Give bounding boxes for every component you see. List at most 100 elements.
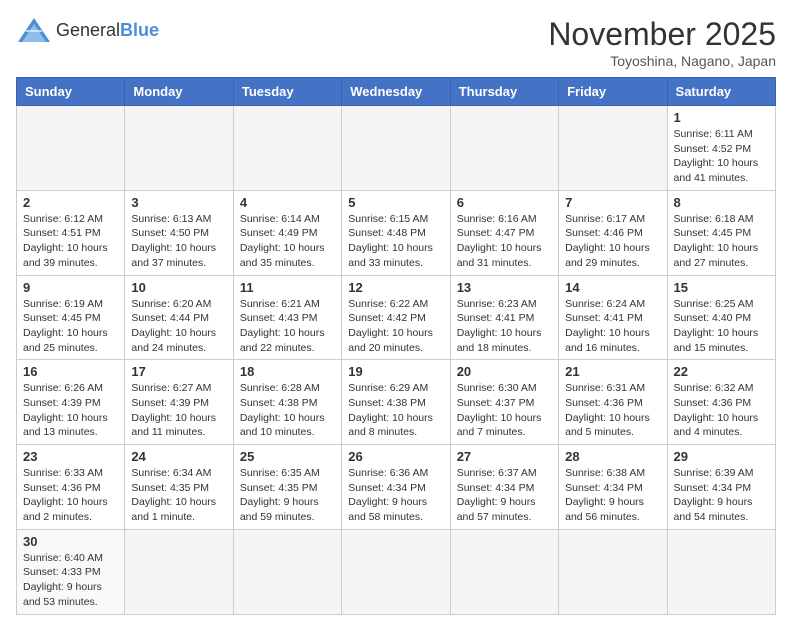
day-number: 22 [674,364,769,379]
day-cell: 22 Sunrise: 6:32 AM Sunset: 4:36 PM Dayli… [667,360,775,445]
logo-text: GeneralBlue [56,20,159,41]
day-cell: 11 Sunrise: 6:21 AM Sunset: 4:43 PM Dayli… [233,275,341,360]
week-row-4: 16 Sunrise: 6:26 AM Sunset: 4:39 PM Dayli… [17,360,776,445]
day-number: 27 [457,449,552,464]
day-info: Sunrise: 6:29 AM Sunset: 4:38 PM Dayligh… [348,381,443,440]
day-info: Sunrise: 6:20 AM Sunset: 4:44 PM Dayligh… [131,297,226,356]
day-info: Sunrise: 6:36 AM Sunset: 4:34 PM Dayligh… [348,466,443,525]
calendar-table: SundayMondayTuesdayWednesdayThursdayFrid… [16,77,776,615]
day-cell: 26 Sunrise: 6:36 AM Sunset: 4:34 PM Dayli… [342,445,450,530]
day-cell [342,529,450,614]
calendar-subtitle: Toyoshina, Nagano, Japan [548,53,776,69]
week-row-2: 2 Sunrise: 6:12 AM Sunset: 4:51 PM Daylig… [17,190,776,275]
day-cell: 2 Sunrise: 6:12 AM Sunset: 4:51 PM Daylig… [17,190,125,275]
weekday-header-sunday: Sunday [17,78,125,106]
day-info: Sunrise: 6:26 AM Sunset: 4:39 PM Dayligh… [23,381,118,440]
day-info: Sunrise: 6:24 AM Sunset: 4:41 PM Dayligh… [565,297,660,356]
day-cell: 7 Sunrise: 6:17 AM Sunset: 4:46 PM Daylig… [559,190,667,275]
day-info: Sunrise: 6:33 AM Sunset: 4:36 PM Dayligh… [23,466,118,525]
day-cell [233,106,341,191]
day-cell [125,529,233,614]
day-info: Sunrise: 6:11 AM Sunset: 4:52 PM Dayligh… [674,127,769,186]
day-info: Sunrise: 6:32 AM Sunset: 4:36 PM Dayligh… [674,381,769,440]
page-header: GeneralBlue November 2025 Toyoshina, Nag… [16,16,776,69]
week-row-1: 1Sunrise: 6:11 AM Sunset: 4:52 PM Daylig… [17,106,776,191]
day-cell: 18 Sunrise: 6:28 AM Sunset: 4:38 PM Dayli… [233,360,341,445]
day-cell [17,106,125,191]
day-cell [450,106,558,191]
day-number: 24 [131,449,226,464]
day-info: Sunrise: 6:35 AM Sunset: 4:35 PM Dayligh… [240,466,335,525]
day-number: 30 [23,534,118,549]
day-number: 9 [23,280,118,295]
day-cell: 20Sunrise: 6:30 AM Sunset: 4:37 PM Dayli… [450,360,558,445]
day-number: 6 [457,195,552,210]
day-info: Sunrise: 6:23 AM Sunset: 4:41 PM Dayligh… [457,297,552,356]
day-cell: 4 Sunrise: 6:14 AM Sunset: 4:49 PM Daylig… [233,190,341,275]
day-number: 25 [240,449,335,464]
day-cell: 5 Sunrise: 6:15 AM Sunset: 4:48 PM Daylig… [342,190,450,275]
day-info: Sunrise: 6:31 AM Sunset: 4:36 PM Dayligh… [565,381,660,440]
day-cell: 6 Sunrise: 6:16 AM Sunset: 4:47 PM Daylig… [450,190,558,275]
weekday-header-wednesday: Wednesday [342,78,450,106]
day-number: 12 [348,280,443,295]
day-number: 17 [131,364,226,379]
day-info: Sunrise: 6:21 AM Sunset: 4:43 PM Dayligh… [240,297,335,356]
day-number: 3 [131,195,226,210]
logo-icon [16,16,52,44]
day-info: Sunrise: 6:27 AM Sunset: 4:39 PM Dayligh… [131,381,226,440]
weekday-header-monday: Monday [125,78,233,106]
day-info: Sunrise: 6:38 AM Sunset: 4:34 PM Dayligh… [565,466,660,525]
day-info: Sunrise: 6:13 AM Sunset: 4:50 PM Dayligh… [131,212,226,271]
day-info: Sunrise: 6:14 AM Sunset: 4:49 PM Dayligh… [240,212,335,271]
day-number: 7 [565,195,660,210]
week-row-6: 30Sunrise: 6:40 AM Sunset: 4:33 PM Dayli… [17,529,776,614]
day-cell [342,106,450,191]
day-number: 23 [23,449,118,464]
day-cell [667,529,775,614]
day-info: Sunrise: 6:22 AM Sunset: 4:42 PM Dayligh… [348,297,443,356]
day-cell: 19 Sunrise: 6:29 AM Sunset: 4:38 PM Dayli… [342,360,450,445]
calendar-title: November 2025 [548,16,776,53]
day-cell: 3 Sunrise: 6:13 AM Sunset: 4:50 PM Daylig… [125,190,233,275]
day-number: 11 [240,280,335,295]
day-cell [450,529,558,614]
day-number: 26 [348,449,443,464]
day-cell: 14 Sunrise: 6:24 AM Sunset: 4:41 PM Dayli… [559,275,667,360]
day-cell: 9Sunrise: 6:19 AM Sunset: 4:45 PM Daylig… [17,275,125,360]
day-info: Sunrise: 6:17 AM Sunset: 4:46 PM Dayligh… [565,212,660,271]
day-info: Sunrise: 6:12 AM Sunset: 4:51 PM Dayligh… [23,212,118,271]
day-info: Sunrise: 6:39 AM Sunset: 4:34 PM Dayligh… [674,466,769,525]
day-number: 15 [674,280,769,295]
day-number: 5 [348,195,443,210]
day-info: Sunrise: 6:37 AM Sunset: 4:34 PM Dayligh… [457,466,552,525]
day-number: 8 [674,195,769,210]
day-number: 18 [240,364,335,379]
weekday-header-friday: Friday [559,78,667,106]
day-cell: 12 Sunrise: 6:22 AM Sunset: 4:42 PM Dayli… [342,275,450,360]
weekday-header-thursday: Thursday [450,78,558,106]
day-number: 13 [457,280,552,295]
day-number: 10 [131,280,226,295]
day-cell: 21Sunrise: 6:31 AM Sunset: 4:36 PM Dayli… [559,360,667,445]
day-info: Sunrise: 6:16 AM Sunset: 4:47 PM Dayligh… [457,212,552,271]
day-number: 16 [23,364,118,379]
weekday-header-row: SundayMondayTuesdayWednesdayThursdayFrid… [17,78,776,106]
logo: GeneralBlue [16,16,159,44]
day-info: Sunrise: 6:25 AM Sunset: 4:40 PM Dayligh… [674,297,769,356]
day-info: Sunrise: 6:15 AM Sunset: 4:48 PM Dayligh… [348,212,443,271]
day-cell: 25 Sunrise: 6:35 AM Sunset: 4:35 PM Dayli… [233,445,341,530]
day-number: 2 [23,195,118,210]
title-section: November 2025 Toyoshina, Nagano, Japan [548,16,776,69]
day-number: 4 [240,195,335,210]
day-info: Sunrise: 6:34 AM Sunset: 4:35 PM Dayligh… [131,466,226,525]
day-cell: 29 Sunrise: 6:39 AM Sunset: 4:34 PM Dayli… [667,445,775,530]
day-number: 29 [674,449,769,464]
day-cell: 23 Sunrise: 6:33 AM Sunset: 4:36 PM Dayli… [17,445,125,530]
day-cell: 16 Sunrise: 6:26 AM Sunset: 4:39 PM Dayli… [17,360,125,445]
day-number: 19 [348,364,443,379]
day-cell: 24 Sunrise: 6:34 AM Sunset: 4:35 PM Dayli… [125,445,233,530]
day-number: 14 [565,280,660,295]
day-info: Sunrise: 6:30 AM Sunset: 4:37 PM Dayligh… [457,381,552,440]
day-info: Sunrise: 6:28 AM Sunset: 4:38 PM Dayligh… [240,381,335,440]
